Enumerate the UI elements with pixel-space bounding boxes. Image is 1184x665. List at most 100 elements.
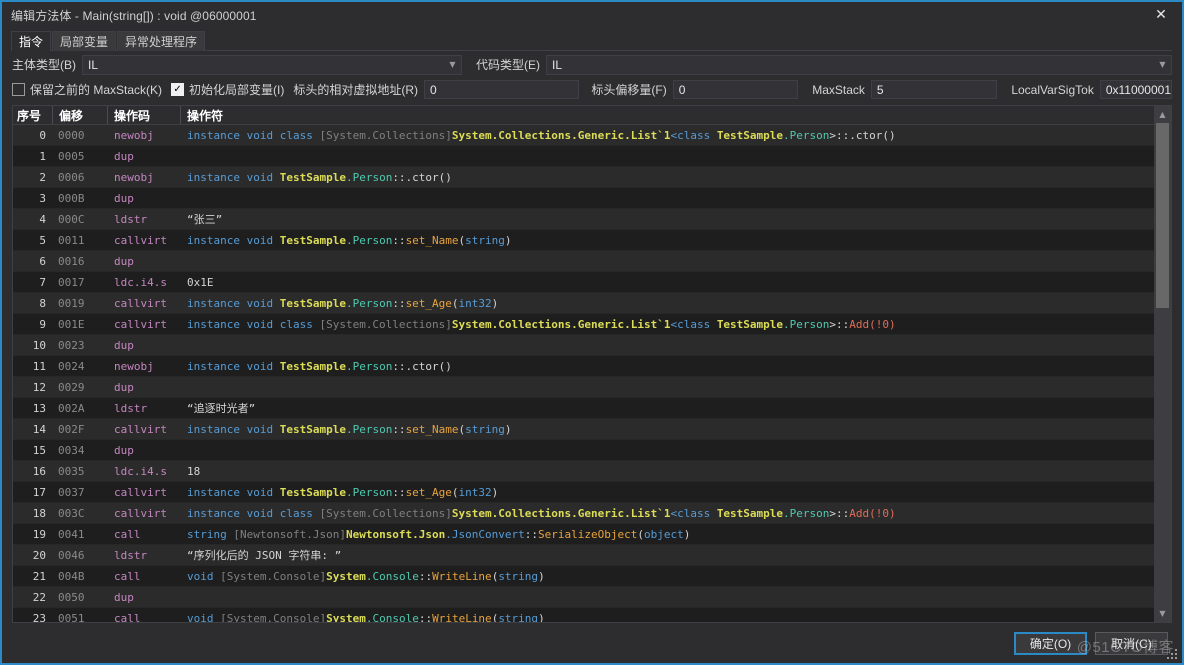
- cell-operand[interactable]: instance void class [System.Collections]…: [181, 318, 1171, 331]
- operand-token: ::.ctor: [392, 171, 438, 184]
- checkbox-unchecked-icon[interactable]: [12, 83, 25, 96]
- cell-opcode[interactable]: newobj: [108, 171, 181, 184]
- cell-operand[interactable]: instance void class [System.Collections]…: [181, 129, 1171, 142]
- checkbox-checked-icon[interactable]: ✓: [171, 83, 184, 96]
- table-row[interactable]: 18003Ccallvirtinstance void class [Syste…: [13, 503, 1171, 524]
- cancel-button[interactable]: 取消(C): [1095, 632, 1168, 655]
- column-header-index[interactable]: 序号: [13, 106, 53, 124]
- table-row[interactable]: 4000Cldstr“张三”: [13, 209, 1171, 230]
- table-row[interactable]: 60016dup: [13, 251, 1171, 272]
- cell-opcode[interactable]: newobj: [108, 360, 181, 373]
- chevron-down-icon[interactable]: ▼: [1154, 56, 1171, 74]
- scroll-track[interactable]: [1154, 123, 1171, 605]
- table-row[interactable]: 170037callvirtinstance void TestSample.P…: [13, 482, 1171, 503]
- table-row[interactable]: 14002Fcallvirtinstance void TestSample.P…: [13, 419, 1171, 440]
- cell-opcode[interactable]: ldstr: [108, 213, 181, 226]
- table-row[interactable]: 9001Ecallvirtinstance void class [System…: [13, 314, 1171, 335]
- cell-operand[interactable]: 18: [181, 465, 1171, 478]
- cell-opcode[interactable]: callvirt: [108, 318, 181, 331]
- table-row[interactable]: 120029dup: [13, 377, 1171, 398]
- resize-grip-icon[interactable]: [1166, 648, 1179, 661]
- table-row[interactable]: 80019callvirtinstance void TestSample.Pe…: [13, 293, 1171, 314]
- cell-operand[interactable]: instance void TestSample.Person::.ctor(): [181, 171, 1171, 184]
- keep-maxstack-checkbox[interactable]: 保留之前的 MaxStack(K): [12, 81, 162, 98]
- table-row[interactable]: 150034dup: [13, 440, 1171, 461]
- table-row[interactable]: 13002Aldstr“追逐时光者”: [13, 398, 1171, 419]
- cell-opcode[interactable]: callvirt: [108, 486, 181, 499]
- operand-token: [System.Console]: [220, 612, 326, 623]
- ok-button[interactable]: 确定(O): [1014, 632, 1087, 655]
- cell-opcode[interactable]: dup: [108, 150, 181, 163]
- title-bar[interactable]: 编辑方法体 - Main(string[]) : void @06000001 …: [2, 2, 1182, 29]
- table-row[interactable]: 00000newobjinstance void class [System.C…: [13, 125, 1171, 146]
- grid-rows-container[interactable]: 00000newobjinstance void class [System.C…: [13, 125, 1171, 622]
- cell-operand[interactable]: instance void TestSample.Person::set_Nam…: [181, 234, 1171, 247]
- cell-opcode[interactable]: callvirt: [108, 507, 181, 520]
- cell-opcode[interactable]: callvirt: [108, 234, 181, 247]
- column-header-opcode[interactable]: 操作码: [108, 106, 181, 124]
- cell-operand[interactable]: instance void TestSample.Person::.ctor(): [181, 360, 1171, 373]
- table-row[interactable]: 70017ldc.i4.s0x1E: [13, 272, 1171, 293]
- cell-operand[interactable]: instance void TestSample.Person::set_Age…: [181, 297, 1171, 310]
- cell-opcode[interactable]: dup: [108, 444, 181, 457]
- cell-opcode[interactable]: dup: [108, 339, 181, 352]
- scroll-thumb[interactable]: [1156, 123, 1169, 308]
- column-header-offset[interactable]: 偏移: [53, 106, 108, 124]
- cell-operand[interactable]: “序列化后的 JSON 字符串: ”: [181, 547, 1171, 563]
- table-row[interactable]: 3000Bdup: [13, 188, 1171, 209]
- cell-opcode[interactable]: callvirt: [108, 297, 181, 310]
- cell-opcode[interactable]: call: [108, 528, 181, 541]
- cell-opcode[interactable]: dup: [108, 192, 181, 205]
- cell-operand[interactable]: void [System.Console]System.Console::Wri…: [181, 570, 1171, 583]
- header-rva-input[interactable]: 0: [424, 80, 579, 99]
- cell-operand[interactable]: “追逐时光者”: [181, 400, 1171, 416]
- table-row[interactable]: 220050dup: [13, 587, 1171, 608]
- cell-opcode[interactable]: ldstr: [108, 402, 181, 415]
- cell-operand[interactable]: 0x1E: [181, 276, 1171, 289]
- cell-opcode[interactable]: ldc.i4.s: [108, 276, 181, 289]
- table-row[interactable]: 20006newobjinstance void TestSample.Pers…: [13, 167, 1171, 188]
- table-row[interactable]: 10005dup: [13, 146, 1171, 167]
- tab-instructions[interactable]: 指令: [11, 31, 51, 51]
- close-icon[interactable]: ✕: [1144, 4, 1178, 26]
- tab-exception-handlers[interactable]: 异常处理程序: [117, 31, 205, 51]
- table-row[interactable]: 100023dup: [13, 335, 1171, 356]
- cell-operand[interactable]: instance void TestSample.Person::set_Age…: [181, 486, 1171, 499]
- localvarsigtok-input[interactable]: 0x11000001: [1100, 80, 1172, 99]
- operand-token: instance void: [187, 486, 280, 499]
- maxstack-input[interactable]: 5: [871, 80, 997, 99]
- cell-offset: 002A: [53, 402, 108, 415]
- cell-opcode[interactable]: ldstr: [108, 549, 181, 562]
- body-type-select[interactable]: IL ▼: [82, 55, 462, 75]
- table-row[interactable]: 50011callvirtinstance void TestSample.Pe…: [13, 230, 1171, 251]
- tab-local-variables[interactable]: 局部变量: [52, 31, 116, 51]
- table-row[interactable]: 110024newobjinstance void TestSample.Per…: [13, 356, 1171, 377]
- cell-opcode[interactable]: call: [108, 570, 181, 583]
- cell-opcode[interactable]: dup: [108, 591, 181, 604]
- header-offset-input[interactable]: 0: [673, 80, 799, 99]
- scroll-up-icon[interactable]: ▲: [1154, 106, 1171, 123]
- cell-opcode[interactable]: call: [108, 612, 181, 623]
- chevron-down-icon[interactable]: ▼: [444, 56, 461, 74]
- init-locals-checkbox[interactable]: ✓ 初始化局部变量(I): [171, 81, 284, 98]
- table-row[interactable]: 21004Bcallvoid [System.Console]System.Co…: [13, 566, 1171, 587]
- cell-opcode[interactable]: dup: [108, 255, 181, 268]
- vertical-scrollbar[interactable]: ▲ ▼: [1154, 106, 1171, 622]
- cell-operand[interactable]: instance void class [System.Collections]…: [181, 507, 1171, 520]
- code-type-select[interactable]: IL ▼: [546, 55, 1172, 75]
- cell-opcode[interactable]: dup: [108, 381, 181, 394]
- table-row[interactable]: 230051callvoid [System.Console]System.Co…: [13, 608, 1171, 622]
- cell-opcode[interactable]: newobj: [108, 129, 181, 142]
- cell-operand[interactable]: instance void TestSample.Person::set_Nam…: [181, 423, 1171, 436]
- cell-offset: 0019: [53, 297, 108, 310]
- table-row[interactable]: 160035ldc.i4.s18: [13, 461, 1171, 482]
- cell-opcode[interactable]: ldc.i4.s: [108, 465, 181, 478]
- cell-operand[interactable]: string [Newtonsoft.Json]Newtonsoft.Json.…: [181, 528, 1171, 541]
- cell-operand[interactable]: “张三”: [181, 211, 1171, 227]
- scroll-down-icon[interactable]: ▼: [1154, 605, 1171, 622]
- table-row[interactable]: 190041callstring [Newtonsoft.Json]Newton…: [13, 524, 1171, 545]
- table-row[interactable]: 200046ldstr“序列化后的 JSON 字符串: ”: [13, 545, 1171, 566]
- column-header-operand[interactable]: 操作符: [181, 106, 1171, 124]
- cell-operand[interactable]: void [System.Console]System.Console::Wri…: [181, 612, 1171, 623]
- cell-opcode[interactable]: callvirt: [108, 423, 181, 436]
